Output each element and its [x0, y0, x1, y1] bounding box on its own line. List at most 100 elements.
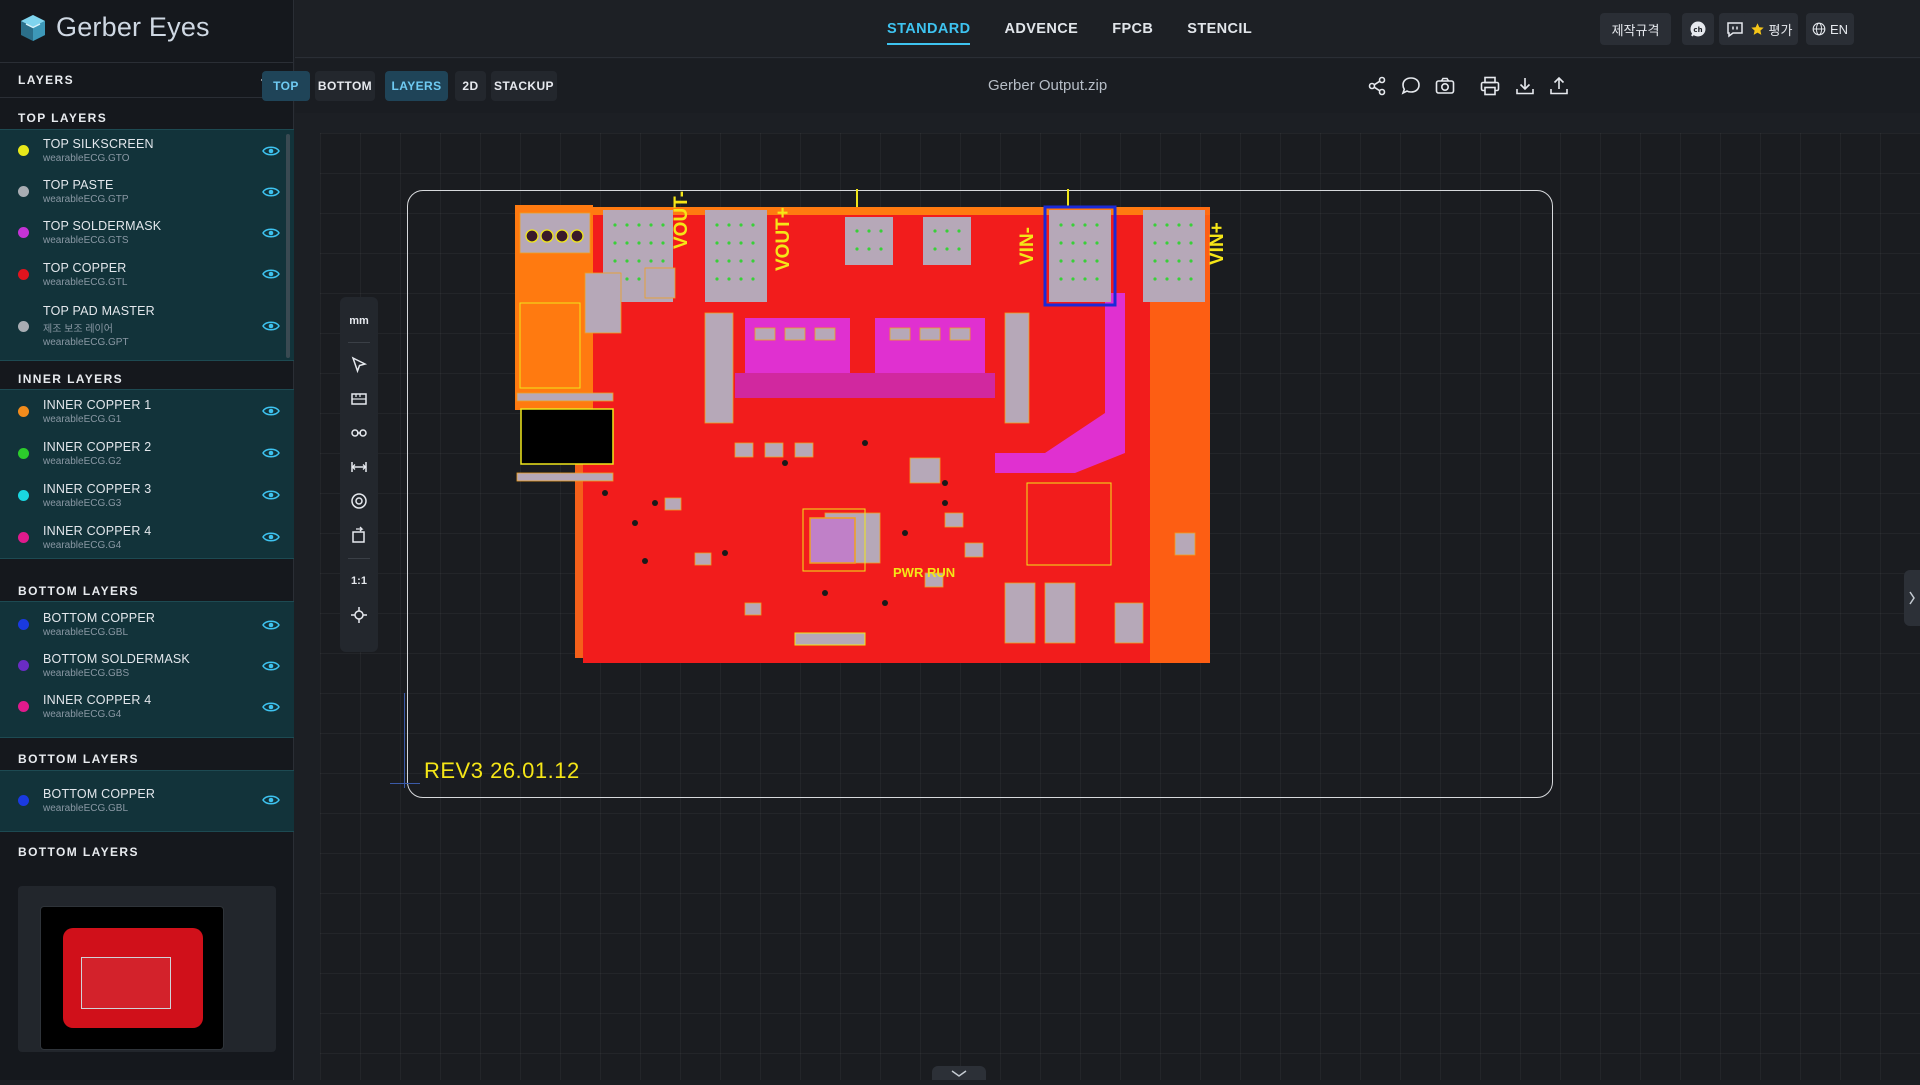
right-panel-toggle[interactable] — [1904, 570, 1920, 626]
layer-file: wearableECG.GPT — [43, 337, 129, 348]
eye-icon[interactable] — [262, 794, 280, 806]
minimap[interactable] — [18, 886, 276, 1052]
eye-icon[interactable] — [262, 405, 280, 417]
eye-icon[interactable] — [262, 489, 280, 501]
layer-row-top-soldermask[interactable]: TOP SOLDERMASK wearableECG.GTS — [0, 212, 294, 253]
distance-tool[interactable] — [340, 453, 378, 481]
mode-2d-button[interactable]: 2D — [455, 71, 486, 101]
share-icon[interactable] — [1366, 75, 1388, 97]
eye-icon[interactable] — [262, 145, 280, 157]
layer-scrollbar[interactable] — [286, 134, 290, 358]
separator — [348, 558, 370, 559]
layer-row-top-paste[interactable]: TOP PASTE wearableECG.GTP — [0, 171, 294, 212]
view-bottom-button[interactable]: BOTTOM — [315, 71, 375, 101]
viewer-toolbar: TOP BOTTOM LAYERS 2D STACKUP Gerber Outp… — [262, 59, 1920, 113]
tab-fpcb[interactable]: FPCB — [1112, 0, 1153, 58]
language-button[interactable]: EN — [1806, 13, 1854, 45]
distance-icon — [351, 462, 367, 472]
layer-row-inner-copper-2[interactable]: INNER COPPER 2 wearableECG.G2 — [0, 432, 294, 474]
layer-name: BOTTOM COPPER — [43, 786, 156, 801]
logo[interactable]: Gerber Eyes — [18, 12, 210, 43]
group-title-top-layers: TOP LAYERS — [18, 111, 108, 125]
layer-color-dot — [18, 619, 29, 630]
print-icon[interactable] — [1479, 75, 1501, 97]
layer-file: wearableECG.GBL — [43, 627, 129, 638]
layer-color-dot — [18, 145, 29, 156]
eye-icon[interactable] — [262, 531, 280, 543]
pwr-run-label: PWR RUN — [893, 565, 955, 580]
spec-label: 제작규격 — [1611, 22, 1660, 38]
tab-advence[interactable]: ADVENCE — [1004, 0, 1078, 58]
layer-name: INNER COPPER 2 — [43, 439, 152, 454]
layer-row-bottom-soldermask[interactable]: BOTTOM SOLDERMASK wearableECG.GBS — [0, 645, 294, 686]
separator — [348, 342, 370, 343]
layer-color-dot — [18, 531, 29, 543]
layer-color-dot — [18, 320, 29, 332]
tab-stencil[interactable]: STENCIL — [1187, 0, 1252, 58]
comment-icon[interactable] — [1400, 75, 1422, 97]
chat-bubble-icon: ch — [1690, 21, 1706, 37]
channel-chat-button[interactable]: ch — [1682, 13, 1714, 45]
layer-file: wearableECG.G4 — [43, 539, 122, 551]
select-tool[interactable] — [340, 351, 378, 379]
eye-icon[interactable] — [262, 227, 280, 239]
eye-icon[interactable] — [262, 268, 280, 280]
layer-name: INNER COPPER 4 — [43, 523, 152, 538]
unit-toggle[interactable]: mm — [340, 307, 378, 335]
tab-standard[interactable]: STANDARD — [887, 0, 971, 45]
layer-row-inner-copper-1[interactable]: INNER COPPER 1 wearableECG.G1 — [0, 390, 294, 432]
layer-name: INNER COPPER 3 — [43, 481, 152, 496]
layer-row-inner-copper-4-b[interactable]: INNER COPPER 4 wearableECG.G4 — [0, 686, 294, 727]
layers-header: LAYERS — [0, 62, 294, 98]
layer-row-top-pad-master[interactable]: TOP PAD MASTER 제조 보조 레이어 wearableECG.GPT — [0, 295, 294, 357]
eye-icon[interactable] — [262, 701, 280, 713]
link-icon — [351, 429, 367, 437]
camera-icon[interactable] — [1434, 75, 1456, 97]
upload-icon[interactable] — [1548, 75, 1570, 97]
layer-color-dot — [18, 660, 29, 671]
layer-color-dot — [18, 227, 29, 238]
target-tool[interactable] — [340, 487, 378, 515]
bottom-panel-toggle[interactable] — [932, 1066, 986, 1080]
eye-icon[interactable] — [262, 660, 280, 672]
layer-color-dot — [18, 489, 29, 501]
download-icon[interactable] — [1514, 75, 1536, 97]
rating-label: 평가 — [1768, 22, 1793, 38]
group-inner-layers: INNER COPPER 1 wearableECG.G1 INNER COPPE… — [0, 389, 294, 559]
layer-row-top-silkscreen[interactable]: TOP SILKSCREEN wearableECG.GTO — [0, 130, 294, 171]
view-top-button[interactable]: TOP — [262, 71, 310, 101]
logo-cube-icon — [21, 14, 45, 41]
rating-button[interactable]: 평가 — [1744, 13, 1798, 45]
vin-plus-label: VIN+ — [1207, 222, 1228, 265]
measure-tool[interactable] — [340, 385, 378, 413]
link-tool[interactable] — [340, 419, 378, 447]
eye-icon[interactable] — [262, 447, 280, 459]
eye-icon[interactable] — [262, 619, 280, 631]
layer-color-dot — [18, 268, 29, 280]
group-bottom-layers: BOTTOM COPPER wearableECG.GBL BOTTOM SOLD… — [0, 601, 294, 738]
eye-icon[interactable] — [262, 320, 280, 332]
spec-button[interactable]: 제작규격 — [1600, 13, 1671, 45]
layer-row-bottom-copper-2[interactable]: BOTTOM COPPER wearableECG.GBL — [0, 779, 294, 821]
center-tool[interactable] — [340, 601, 378, 629]
minimap-viewport[interactable] — [81, 957, 171, 1009]
layer-row-bottom-copper[interactable]: BOTTOM COPPER wearableECG.GBL — [0, 604, 294, 645]
layer-name: INNER COPPER 4 — [43, 693, 152, 707]
group-top-layers: TOP SILKSCREEN wearableECG.GTO TOP PASTE w… — [0, 129, 294, 361]
sidebar: Gerber Eyes LAYERS TOP LAYERS TOP SILKSC… — [0, 0, 294, 1080]
tool-palette: mm 1:1 — [340, 297, 378, 652]
rotate-tool[interactable] — [340, 521, 378, 549]
mode-layers-button[interactable]: LAYERS — [385, 71, 448, 101]
main-tabs: STANDARD ADVENCE FPCB STENCIL — [887, 0, 1252, 58]
globe-icon — [1812, 22, 1826, 36]
zoom-reset-button[interactable]: 1:1 — [340, 567, 378, 595]
layer-row-inner-copper-4[interactable]: INNER COPPER 4 wearableECG.G4 — [0, 516, 294, 558]
gerber-viewer-canvas[interactable]: VOUT- VOUT+ VIN- VIN+ PWR RUN REV3 26.01… — [320, 133, 1920, 1080]
layer-row-top-copper[interactable]: TOP COPPER wearableECG.GTL — [0, 253, 294, 295]
layer-file: wearableECG.G2 — [43, 455, 122, 467]
group-title-bottom-layers: BOTTOM LAYERS — [18, 584, 139, 598]
mode-stackup-button[interactable]: STACKUP — [491, 71, 557, 101]
layer-row-inner-copper-3[interactable]: INNER COPPER 3 wearableECG.G3 — [0, 474, 294, 516]
eye-icon[interactable] — [262, 186, 280, 198]
layer-name: BOTTOM COPPER — [43, 611, 156, 625]
